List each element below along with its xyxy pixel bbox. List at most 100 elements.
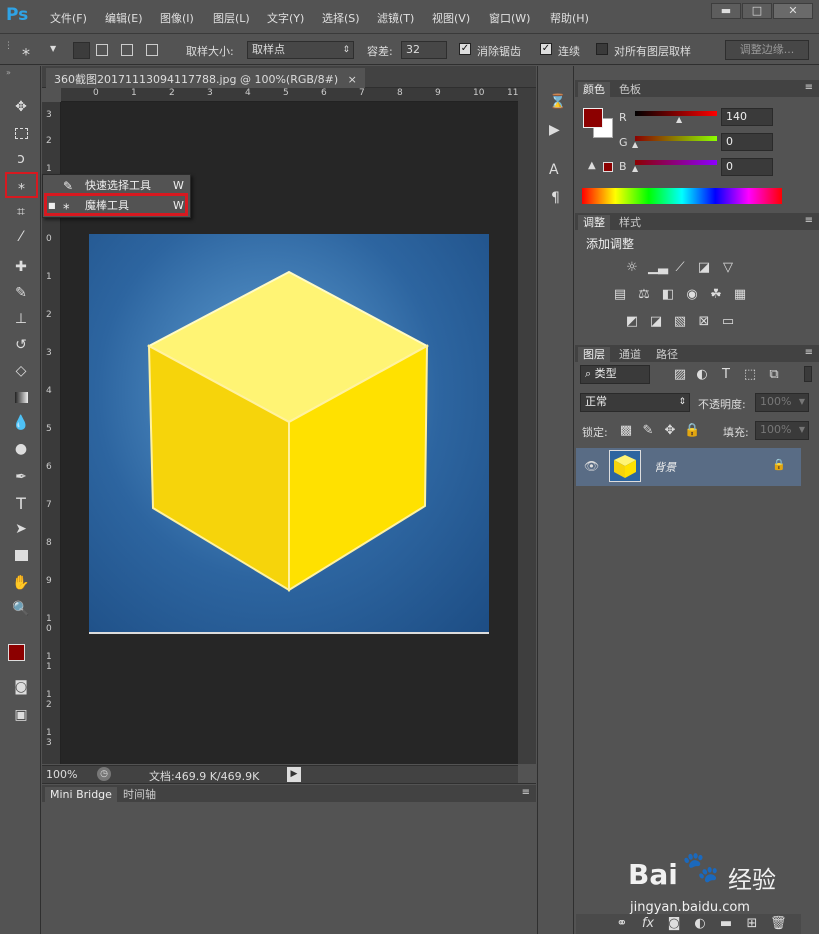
visibility-eye-icon[interactable]: 👁 bbox=[584, 459, 599, 473]
document-tab[interactable]: 360截图20171113094117788.jpg @ 100%(RGB/8#… bbox=[46, 68, 365, 88]
warning-icon[interactable]: ▲ bbox=[588, 160, 596, 171]
menu-file[interactable]: 文件(F) bbox=[50, 10, 87, 26]
new-selection-icon[interactable] bbox=[73, 42, 90, 59]
path-selection-icon[interactable]: ➤ bbox=[9, 518, 33, 540]
brightness-icon[interactable]: ☼ bbox=[624, 261, 640, 275]
shape-tool-icon[interactable] bbox=[9, 544, 33, 566]
type-tool-icon[interactable]: T bbox=[9, 492, 33, 514]
move-tool-icon[interactable]: ✥ bbox=[9, 96, 33, 118]
chevron-down-icon[interactable]: ▼ bbox=[50, 44, 56, 53]
menu-image[interactable]: 图像(I) bbox=[160, 10, 194, 26]
add-selection-icon[interactable] bbox=[96, 44, 108, 56]
tolerance-input[interactable]: 32 bbox=[401, 41, 447, 59]
menu-edit[interactable]: 编辑(E) bbox=[105, 10, 143, 26]
zoom-level[interactable]: 100% bbox=[46, 768, 77, 781]
screen-mode-icon[interactable]: ▣ bbox=[9, 704, 33, 726]
tab-layers[interactable]: 图层 bbox=[578, 347, 610, 362]
menu-filter[interactable]: 滤镜(T) bbox=[377, 10, 414, 26]
menu-window[interactable]: 窗口(W) bbox=[489, 10, 530, 26]
posterize-icon[interactable]: ◪ bbox=[648, 315, 664, 329]
curves-icon[interactable]: ⟋ bbox=[672, 261, 688, 275]
black-white-icon[interactable]: ◧ bbox=[660, 288, 676, 302]
levels-icon[interactable]: ▁▃ bbox=[648, 261, 668, 275]
invert-icon[interactable]: ◩ bbox=[624, 315, 640, 329]
tab-styles[interactable]: 样式 bbox=[614, 215, 646, 230]
vibrance-icon[interactable]: ▽ bbox=[720, 261, 736, 275]
all-layers-checkbox[interactable] bbox=[596, 43, 608, 55]
refine-edge-button[interactable]: 调整边缘... bbox=[725, 40, 809, 60]
panel-menu-icon[interactable]: ≡ bbox=[805, 82, 813, 93]
hand-tool-icon[interactable]: ✋ bbox=[9, 572, 33, 594]
selective-color-icon[interactable]: ⊠ bbox=[696, 315, 712, 329]
character-panel-icon[interactable]: A bbox=[549, 162, 559, 178]
maximize-button[interactable]: □ bbox=[742, 3, 772, 19]
color-spectrum-bar[interactable] bbox=[582, 188, 782, 204]
eyedropper-tool-icon[interactable]: ⁄ bbox=[9, 226, 33, 248]
close-button[interactable]: ✕ bbox=[773, 3, 813, 19]
magic-wand-icon[interactable]: ⁎ bbox=[22, 40, 30, 59]
magic-wand-tool-icon[interactable]: ⁎ bbox=[5, 172, 38, 198]
filter-toggle[interactable] bbox=[804, 366, 812, 382]
fill-field[interactable]: 100% ▼ bbox=[755, 421, 809, 440]
channel-mixer-icon[interactable]: ☘ bbox=[708, 288, 724, 302]
eraser-tool-icon[interactable]: ◇ bbox=[9, 360, 33, 382]
menu-type[interactable]: 文字(Y) bbox=[267, 10, 304, 26]
lasso-tool-icon[interactable]: ↄ bbox=[9, 148, 33, 170]
history-panel-icon[interactable]: ⌛ bbox=[549, 94, 566, 110]
subtract-selection-icon[interactable] bbox=[121, 44, 133, 56]
filter-pixel-icon[interactable]: ▨ bbox=[672, 368, 688, 382]
vertical-scrollbar[interactable] bbox=[518, 88, 536, 764]
g-slider[interactable] bbox=[635, 136, 717, 141]
menu-help[interactable]: 帮助(H) bbox=[550, 10, 589, 26]
photo-filter-icon[interactable]: ◉ bbox=[684, 288, 700, 302]
filter-adjustment-icon[interactable]: ◐ bbox=[694, 368, 710, 382]
tab-mini-bridge[interactable]: Mini Bridge bbox=[45, 787, 117, 802]
lock-transparent-icon[interactable]: ▩ bbox=[618, 424, 634, 438]
threshold-icon[interactable]: ▧ bbox=[672, 315, 688, 329]
lock-all-icon[interactable]: 🔒 bbox=[684, 424, 700, 438]
b-value-field[interactable]: 0 bbox=[721, 158, 773, 176]
status-info-icon[interactable]: ◷ bbox=[97, 767, 111, 781]
lock-position-icon[interactable]: ✥ bbox=[662, 424, 678, 438]
paragraph-panel-icon[interactable]: ¶ bbox=[551, 190, 560, 206]
tab-adjustments[interactable]: 调整 bbox=[578, 215, 610, 230]
healing-brush-icon[interactable]: ✚ bbox=[9, 256, 33, 278]
zoom-tool-icon[interactable]: 🔍 bbox=[9, 598, 33, 620]
gradient-tool-icon[interactable] bbox=[9, 386, 33, 408]
web-color-swatch[interactable] bbox=[603, 162, 613, 172]
panel-menu-icon[interactable]: ≡ bbox=[522, 787, 530, 798]
menu-layer[interactable]: 图层(L) bbox=[213, 10, 250, 26]
filter-smart-object-icon[interactable]: ⧉ bbox=[766, 368, 782, 382]
layer-filter-select[interactable]: ⌕ 类型 bbox=[580, 365, 650, 384]
tab-close-icon[interactable]: × bbox=[348, 73, 357, 86]
contiguous-checkbox[interactable]: ✓ bbox=[540, 43, 552, 55]
status-menu-arrow-icon[interactable]: ▶ bbox=[287, 767, 301, 782]
tab-channels[interactable]: 通道 bbox=[614, 347, 646, 362]
intersect-selection-icon[interactable] bbox=[146, 44, 158, 56]
brush-tool-icon[interactable]: ✎ bbox=[9, 282, 33, 304]
menu-select[interactable]: 选择(S) bbox=[322, 10, 360, 26]
r-value-field[interactable]: 140 bbox=[721, 108, 773, 126]
dodge-tool-icon[interactable]: ● bbox=[9, 438, 33, 460]
marquee-tool-icon[interactable] bbox=[9, 122, 33, 144]
filter-type-icon[interactable]: T bbox=[718, 368, 734, 382]
actions-panel-icon[interactable]: ▶ bbox=[549, 122, 560, 138]
pen-tool-icon[interactable]: ✒ bbox=[9, 466, 33, 488]
color-balance-icon[interactable]: ⚖ bbox=[636, 288, 652, 302]
r-slider-thumb-icon[interactable]: ▲ bbox=[676, 115, 682, 124]
document-image[interactable] bbox=[89, 234, 489, 634]
foreground-color-swatch[interactable] bbox=[8, 644, 25, 661]
g-value-field[interactable]: 0 bbox=[721, 133, 773, 151]
antialias-checkbox[interactable]: ✓ bbox=[459, 43, 471, 55]
layer-row-background[interactable]: 👁 背景 🔒 bbox=[576, 448, 801, 486]
history-brush-icon[interactable]: ↺ bbox=[9, 334, 33, 356]
filter-shape-icon[interactable]: ⬚ bbox=[742, 368, 758, 382]
color-lookup-icon[interactable]: ▦ bbox=[732, 288, 748, 302]
hue-saturation-icon[interactable]: ▤ bbox=[612, 288, 628, 302]
minimize-button[interactable]: ▬ bbox=[711, 3, 741, 19]
gradient-map-icon[interactable]: ▭ bbox=[720, 315, 736, 329]
exposure-icon[interactable]: ◪ bbox=[696, 261, 712, 275]
lock-pixels-icon[interactable]: ✎ bbox=[640, 424, 656, 438]
b-slider[interactable] bbox=[635, 160, 717, 165]
fg-color-swatch[interactable] bbox=[583, 108, 603, 128]
